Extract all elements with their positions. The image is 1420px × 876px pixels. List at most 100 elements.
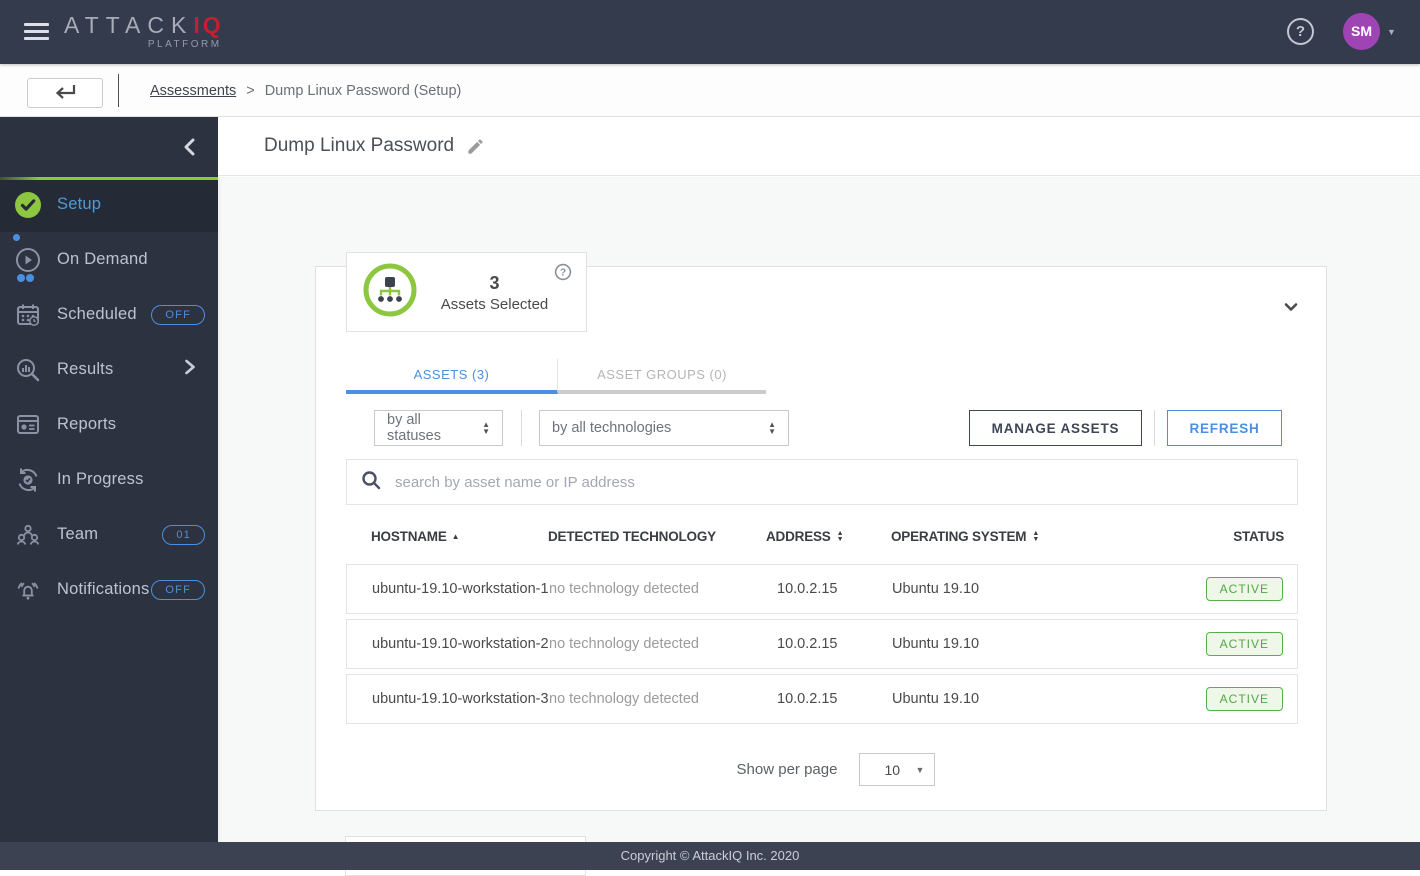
sort-icon: ▲▼ — [837, 531, 844, 544]
main-area: Dump Linux Password 3 Assets Selected ? — [218, 117, 1420, 870]
column-hostname[interactable]: HOSTNAME▲ — [371, 529, 548, 544]
sidebar-item-label: In Progress — [57, 470, 144, 489]
column-status[interactable]: STATUS — [1114, 529, 1284, 544]
sidebar-item-setup[interactable]: Setup — [0, 177, 218, 232]
assets-selected-card: 3 Assets Selected ? — [346, 252, 587, 332]
panel-collapse-chevron-down-icon[interactable] — [1282, 298, 1300, 321]
attackiq-logo[interactable]: ATTACKIQ PLATFORM — [64, 13, 224, 50]
caret-down-icon: ▼ — [916, 765, 925, 775]
sidebar-item-label: Results — [57, 360, 113, 379]
breadcrumb-link-assessments[interactable]: Assessments — [150, 83, 236, 99]
table-row[interactable]: ubuntu-19.10-workstation-2 no technology… — [346, 619, 1298, 669]
results-magnifier-chart-icon — [14, 356, 42, 384]
logo-attack-text: ATTACK — [64, 12, 193, 38]
assets-tabs: ASSETS (3) ASSET GROUPS (0) — [346, 359, 766, 394]
technology-cell: no technology detected — [549, 691, 767, 707]
os-cell: Ubuntu 19.10 — [892, 636, 1113, 652]
logo-iq-text: IQ — [193, 12, 223, 38]
breadcrumb-separator: > — [246, 83, 254, 99]
technology-filter-select[interactable]: by all technologies ▲▼ — [539, 410, 789, 446]
sidebar-collapse-chevron-left-icon[interactable] — [182, 138, 196, 161]
assets-help-icon[interactable]: ? — [554, 263, 572, 286]
top-bar: ATTACKIQ PLATFORM ? SM ▼ — [0, 0, 1420, 64]
status-badge: ACTIVE — [1206, 577, 1283, 601]
tab-assets[interactable]: ASSETS (3) — [346, 359, 558, 394]
assets-selected-count: 3 — [417, 273, 572, 294]
column-operating-system[interactable]: OPERATING SYSTEM▲▼ — [891, 529, 1114, 544]
tab-asset-groups[interactable]: ASSET GROUPS (0) — [558, 359, 766, 394]
calendar-icon — [14, 301, 42, 329]
address-cell: 10.0.2.15 — [767, 691, 892, 707]
blue-dot-icon — [26, 274, 34, 282]
filter-toolbar: by all statuses ▲▼ by all technologies ▲… — [346, 408, 1298, 449]
content-area: 3 Assets Selected ? ASSETS (3) ASSET GRO… — [218, 177, 1420, 870]
copyright-text: Copyright © AttackIQ Inc. 2020 — [621, 848, 800, 863]
team-count-badge: 01 — [162, 525, 205, 545]
sidebar-item-on-demand[interactable]: On Demand — [0, 232, 218, 287]
chevron-right-icon — [184, 359, 196, 380]
sidebar-item-scheduled[interactable]: Scheduled OFF — [0, 287, 218, 342]
setup-check-circle-icon — [14, 191, 42, 219]
asset-search-bar — [346, 459, 1298, 505]
in-progress-sync-gear-icon — [14, 466, 42, 494]
sort-asc-icon: ▲ — [452, 532, 460, 541]
status-badge: ACTIVE — [1206, 632, 1283, 656]
reports-icon — [14, 411, 42, 439]
assets-panel: 3 Assets Selected ? ASSETS (3) ASSET GRO… — [315, 266, 1327, 811]
status-badge: ACTIVE — [1206, 687, 1283, 711]
sidebar-item-team[interactable]: Team 01 — [0, 507, 218, 562]
address-cell: 10.0.2.15 — [767, 581, 892, 597]
column-detected-technology[interactable]: DETECTED TECHNOLOGY — [548, 529, 766, 544]
team-people-icon — [14, 521, 42, 549]
sidebar-nav: Setup On Demand Scheduled OFF Results — [0, 177, 218, 617]
search-input[interactable] — [395, 474, 1297, 491]
os-cell: Ubuntu 19.10 — [892, 581, 1113, 597]
assets-network-icon — [363, 263, 417, 322]
status-filter-value: by all statuses — [387, 412, 472, 444]
assets-selected-meta: 3 Assets Selected — [417, 273, 572, 313]
breadcrumb-divider — [118, 74, 119, 107]
select-arrows-icon: ▲▼ — [472, 421, 490, 435]
svg-text:?: ? — [560, 268, 566, 279]
sidebar-item-label: Scheduled — [57, 305, 137, 324]
manage-assets-button[interactable]: MANAGE ASSETS — [969, 410, 1142, 446]
table-row[interactable]: ubuntu-19.10-workstation-3 no technology… — [346, 674, 1298, 724]
hamburger-menu-icon[interactable] — [24, 23, 49, 41]
table-row[interactable]: ubuntu-19.10-workstation-1 no technology… — [346, 564, 1298, 614]
sidebar-item-notifications[interactable]: Notifications OFF — [0, 562, 218, 617]
breadcrumb: Assessments > Dump Linux Password (Setup… — [150, 64, 461, 117]
sidebar-item-label: Reports — [57, 415, 116, 434]
sidebar-item-reports[interactable]: Reports — [0, 397, 218, 452]
blue-dot-icon — [13, 234, 20, 241]
refresh-button[interactable]: REFRESH — [1167, 410, 1282, 446]
sidebar-item-results[interactable]: Results — [0, 342, 218, 397]
edit-pencil-icon[interactable] — [466, 137, 485, 156]
pagination: Show per page 10 ▼ — [316, 753, 1328, 786]
os-cell: Ubuntu 19.10 — [892, 691, 1113, 707]
page-title: Dump Linux Password — [264, 135, 454, 157]
hostname-cell: ubuntu-19.10-workstation-2 — [372, 636, 549, 652]
play-circle-icon — [14, 246, 42, 274]
blue-dot-icon — [17, 274, 25, 282]
hostname-cell: ubuntu-19.10-workstation-3 — [372, 691, 549, 707]
sidebar-item-in-progress[interactable]: In Progress — [0, 452, 218, 507]
avatar[interactable]: SM — [1343, 13, 1380, 50]
sidebar-item-label: Team — [57, 525, 98, 544]
show-per-page-label: Show per page — [737, 761, 838, 778]
avatar-caret-down-icon[interactable]: ▼ — [1387, 27, 1396, 37]
help-icon[interactable]: ? — [1287, 18, 1314, 45]
notifications-off-badge: OFF — [151, 580, 205, 600]
assets-selected-label: Assets Selected — [417, 296, 572, 313]
column-address[interactable]: ADDRESS▲▼ — [766, 529, 891, 544]
per-page-select[interactable]: 10 ▼ — [859, 753, 935, 786]
breadcrumb-bar: Assessments > Dump Linux Password (Setup… — [0, 64, 1420, 117]
sidebar-item-label: On Demand — [57, 250, 148, 269]
status-filter-select[interactable]: by all statuses ▲▼ — [374, 410, 503, 446]
back-button[interactable] — [27, 78, 103, 108]
table-header: HOSTNAME▲ DETECTED TECHNOLOGY ADDRESS▲▼ … — [346, 514, 1298, 559]
active-indicator-bar — [0, 177, 218, 180]
technology-cell: no technology detected — [549, 581, 767, 597]
select-arrows-icon: ▲▼ — [758, 421, 776, 435]
technology-cell: no technology detected — [549, 636, 767, 652]
filter-divider — [521, 410, 522, 446]
